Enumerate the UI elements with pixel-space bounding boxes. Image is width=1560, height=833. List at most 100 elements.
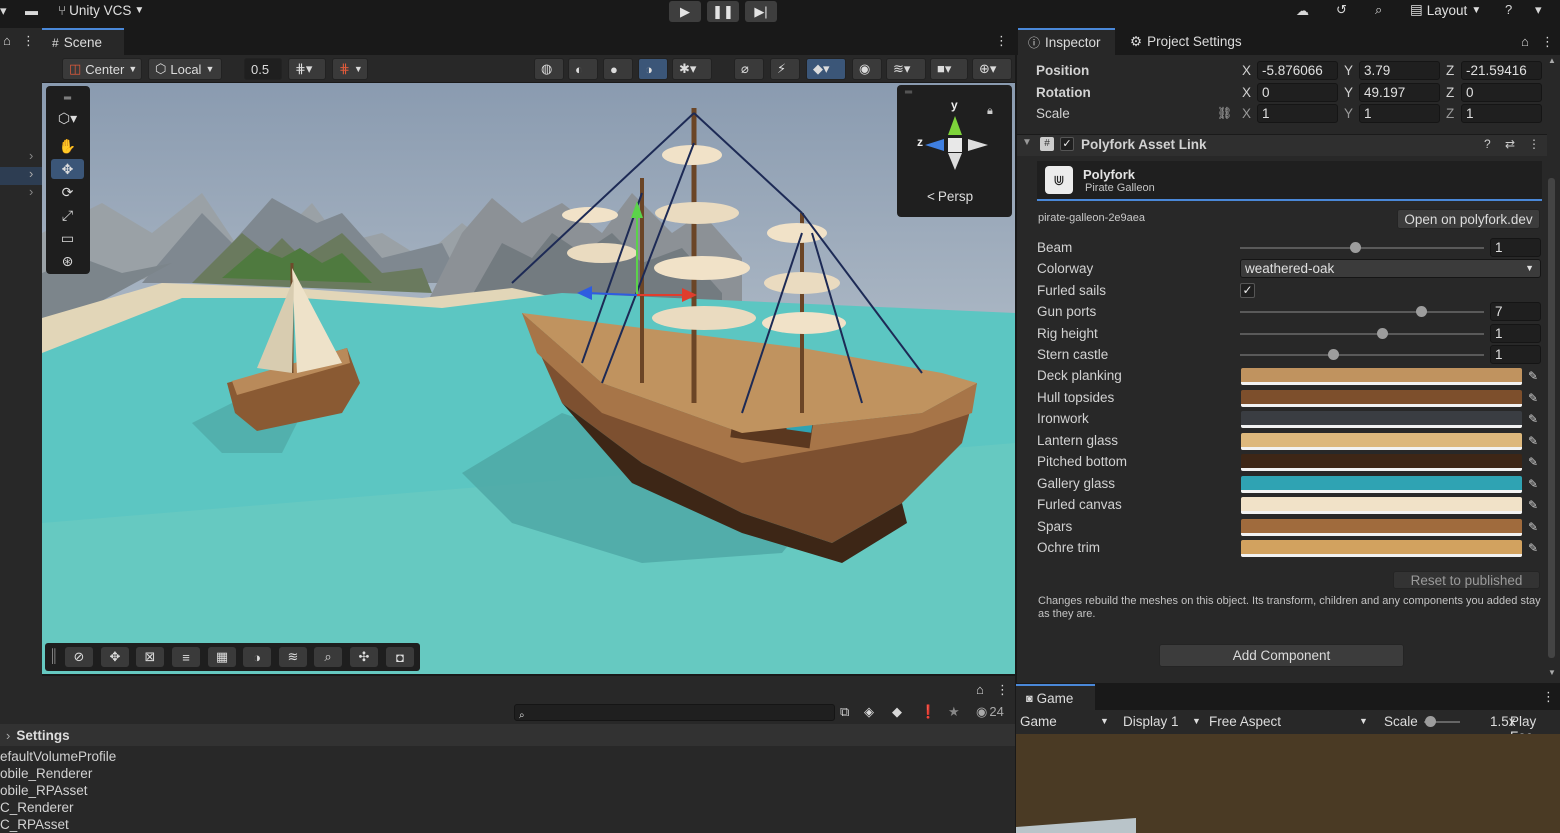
furled-sails-checkbox[interactable]: ✓ <box>1240 283 1255 298</box>
game-mode-dropdown[interactable]: Game ▼ <box>1020 714 1110 729</box>
align-button[interactable]: ≡ <box>172 647 200 667</box>
shade-button[interactable]: ◑ <box>243 647 271 667</box>
color-swatch[interactable] <box>1241 497 1522 514</box>
more-icon[interactable]: ⋮ <box>1542 689 1555 705</box>
more-icon[interactable]: ⋮ <box>22 33 35 49</box>
layout-menu[interactable]: ▤ Layout ▼ <box>1410 2 1481 18</box>
more-icon[interactable]: ⋮ <box>995 33 1008 49</box>
color-swatch[interactable] <box>1241 389 1522 407</box>
tab-scene[interactable]: # Scene <box>42 28 124 55</box>
cloud-icon[interactable]: ☁ <box>1296 3 1309 19</box>
slider-track[interactable] <box>1240 354 1484 356</box>
slider-value-field[interactable]: 7 <box>1490 302 1541 321</box>
slider-track[interactable] <box>1240 311 1484 313</box>
slider-track[interactable] <box>1240 247 1484 249</box>
search-icon[interactable]: ⌕ <box>314 647 342 667</box>
space-dropdown[interactable]: ⬡ Local ▼ <box>148 58 222 80</box>
help-icon[interactable]: ? <box>1484 137 1491 151</box>
scene-viewport[interactable] <box>42 83 1015 674</box>
layer-toggle-button[interactable]: ≋▾ <box>886 58 926 80</box>
list-item[interactable]: efaultVolumeProfile <box>0 748 116 765</box>
scale-button[interactable]: ⊠ <box>136 647 164 667</box>
hierarchy-row[interactable] <box>0 167 42 185</box>
gizmos-button[interactable]: ⊕▾ <box>972 58 1012 80</box>
folder-header[interactable]: › Settings <box>0 724 1015 746</box>
step-button[interactable]: ▶| <box>745 1 777 22</box>
eyedropper-icon[interactable]: ✎ <box>1525 368 1541 384</box>
scroll-up-icon[interactable]: ▲ <box>1548 56 1556 65</box>
scale-tool[interactable]: ⤢ <box>51 205 84 225</box>
lighting-button[interactable]: ◑ <box>638 58 668 80</box>
rotation-y-field[interactable]: 49.197 <box>1359 83 1440 102</box>
foldout-icon[interactable]: ▼ <box>1022 137 1032 148</box>
history-icon[interactable]: ↺ <box>1336 2 1347 18</box>
slider-value-field[interactable]: 1 <box>1490 324 1541 343</box>
shaded-button[interactable]: ● <box>603 58 633 80</box>
scale-y-field[interactable]: 1 <box>1359 104 1440 123</box>
slider-knob[interactable] <box>1415 306 1427 317</box>
view-cube-dropdown[interactable]: ⬡▾ <box>51 108 84 128</box>
project-search-input[interactable]: ⌕ <box>514 704 835 721</box>
slider-knob[interactable] <box>1349 242 1361 253</box>
eyedropper-icon[interactable]: ✎ <box>1525 411 1541 427</box>
search-icon[interactable]: ⌕ <box>1375 2 1382 18</box>
eyedropper-icon[interactable]: ✎ <box>1525 519 1541 535</box>
help-icon[interactable]: ? <box>1505 2 1512 17</box>
move-button[interactable]: ✥ <box>101 647 129 667</box>
tab-game[interactable]: ◙ Game <box>1016 684 1095 711</box>
rotation-z-field[interactable]: 0 <box>1461 83 1542 102</box>
preset-icon[interactable]: ⇄ <box>1505 137 1515 151</box>
chevron-right-icon[interactable]: › <box>29 166 33 181</box>
chevron-down-icon[interactable]: ▾ <box>1535 2 1542 18</box>
list-item[interactable]: C_Renderer <box>0 799 116 816</box>
slider-track[interactable] <box>1240 333 1484 335</box>
color-swatch[interactable] <box>1241 432 1522 450</box>
scale-x-field[interactable]: 1 <box>1257 104 1338 123</box>
color-swatch[interactable] <box>1241 411 1522 428</box>
color-swatch[interactable] <box>1241 475 1522 493</box>
fx-button[interactable]: ⚡ <box>770 58 800 80</box>
pan-button[interactable]: ✣ <box>350 647 378 667</box>
lock-icon[interactable]: ⌂ <box>976 682 984 697</box>
grid-snap-button[interactable]: ⋕▾ <box>288 58 326 80</box>
eyedropper-icon[interactable]: ✎ <box>1525 390 1541 406</box>
eyedropper-icon[interactable]: ✎ <box>1525 454 1541 470</box>
palette-handle[interactable]: ═ <box>51 88 84 108</box>
slider-knob[interactable] <box>1327 349 1339 360</box>
eyedropper-icon[interactable]: ✎ <box>1525 497 1541 513</box>
tab-project-settings[interactable]: ⚙ Project Settings <box>1120 28 1252 55</box>
chevron-right-icon[interactable]: › <box>29 148 33 163</box>
colorway-dropdown[interactable]: weathered-oak ▼ <box>1240 259 1541 278</box>
persp-toggle[interactable]: < Persp <box>927 189 973 204</box>
audio-button[interactable]: ⌀ <box>734 58 764 80</box>
warning-icon[interactable]: ❗ <box>920 704 936 720</box>
eyedropper-icon[interactable]: ✎ <box>1525 433 1541 449</box>
snap-value-field[interactable]: 0.5 <box>244 58 282 80</box>
play-button[interactable]: ▶ <box>669 1 701 22</box>
link-icon[interactable]: ⛓ <box>1217 106 1232 120</box>
display-dropdown[interactable]: Display 1 ▼ <box>1123 714 1203 729</box>
more-icon[interactable]: ⋮ <box>1528 137 1540 151</box>
rotate-tool[interactable]: ⟳ <box>51 182 84 202</box>
grid-button[interactable]: ▦ <box>208 647 236 667</box>
label-filter-icon[interactable]: ◆ <box>892 704 902 720</box>
color-swatch[interactable] <box>1241 368 1522 385</box>
color-swatch[interactable] <box>1241 454 1522 471</box>
navigate-button[interactable]: ⊘ <box>65 647 93 667</box>
tab-inspector[interactable]: ⓘ Inspector <box>1018 28 1115 55</box>
list-item[interactable]: C_RPAsset <box>0 816 116 833</box>
hidden-count[interactable]: ◉ 24 <box>976 704 1004 720</box>
layers-button[interactable]: ≋ <box>279 647 307 667</box>
rect-tool[interactable]: ▭ <box>51 228 84 248</box>
increment-snap-button[interactable]: ⋕ ▼ <box>332 58 368 80</box>
transform-tool[interactable]: ⊛ <box>51 251 84 271</box>
more-icon[interactable]: ⋮ <box>996 682 1009 698</box>
slider-value-field[interactable]: 1 <box>1490 238 1541 257</box>
layers-button[interactable]: ◆▾ <box>806 58 846 80</box>
list-item[interactable]: obile_Renderer <box>0 765 116 782</box>
more-icon[interactable]: ⋮ <box>1541 34 1554 50</box>
list-item[interactable]: obile_RPAsset <box>0 782 116 799</box>
camera-icon[interactable]: ◘ <box>386 647 414 667</box>
scale-z-field[interactable]: 1 <box>1461 104 1542 123</box>
scale-slider-knob[interactable] <box>1425 716 1436 727</box>
